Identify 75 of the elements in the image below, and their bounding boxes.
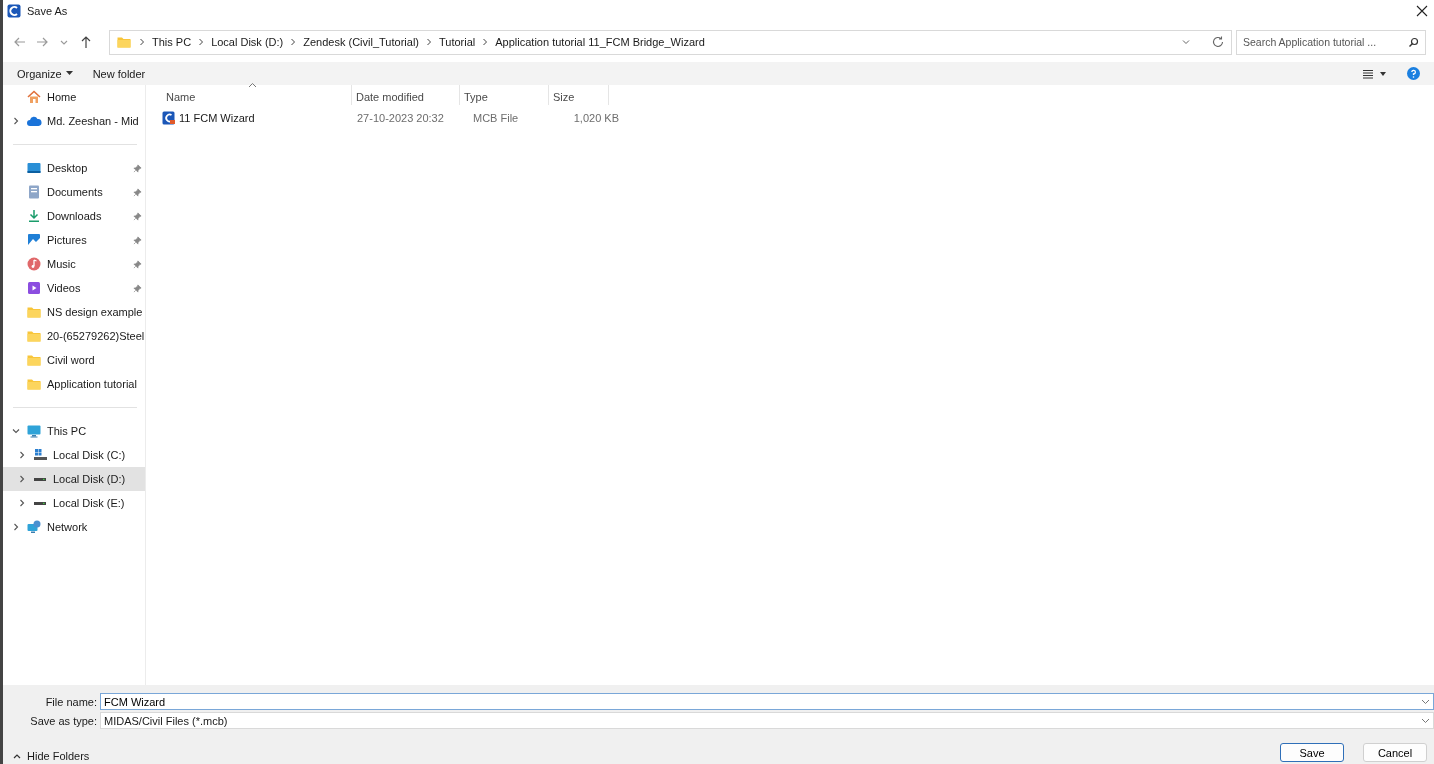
- size-cell-text: 1,020 KB: [572, 112, 620, 124]
- chevron-right-icon: [289, 38, 298, 46]
- file-type-dropdown[interactable]: MIDAS/Civil Files (*.mcb): [100, 712, 1434, 729]
- sidebar-item[interactable]: Downloads: [3, 204, 145, 228]
- refresh-icon[interactable]: [1211, 35, 1225, 49]
- breadcrumb[interactable]: Local Disk (D:): [211, 36, 284, 48]
- help-icon[interactable]: [1407, 67, 1420, 80]
- home-icon: [26, 89, 42, 105]
- drive-icon: [34, 501, 46, 505]
- window-title: Save As: [27, 5, 68, 17]
- sidebar-item[interactable]: This PC: [3, 419, 145, 443]
- sidebar-item[interactable]: Desktop: [3, 156, 145, 180]
- search-field[interactable]: Search Application tutorial ...: [1236, 29, 1426, 55]
- field-label: Save as type:: [29, 714, 98, 727]
- chevron-right-icon: [425, 38, 433, 46]
- chevron-right-icon[interactable]: [17, 450, 27, 460]
- chevron-right-icon: [481, 38, 490, 46]
- type-cell-text: MCB File: [472, 112, 520, 124]
- column-header[interactable]: Size: [549, 85, 609, 105]
- file-icon: [162, 111, 176, 125]
- chevron-right-icon: [197, 38, 206, 46]
- view-options-icon[interactable]: [1363, 68, 1387, 79]
- save-button[interactable]: Save: [1280, 743, 1344, 762]
- field-label: File name:: [44, 695, 98, 708]
- sidebar-item[interactable]: Local Disk (E:): [3, 491, 145, 515]
- drive-icon: [32, 447, 48, 463]
- sidebar-item[interactable]: Local Disk (D:): [3, 467, 145, 491]
- close-icon[interactable]: [1414, 3, 1430, 19]
- search-icon: [1408, 36, 1419, 48]
- chevron-right-icon: [138, 38, 146, 46]
- column-header[interactable]: Name: [162, 85, 352, 105]
- downloads-icon: [26, 208, 42, 224]
- chevron-right-icon[interactable]: [17, 498, 27, 508]
- sidebar-item[interactable]: Civil word: [3, 348, 145, 372]
- column-header[interactable]: Date modified: [352, 85, 460, 105]
- sidebar-item[interactable]: Home: [3, 85, 145, 109]
- chevron-up-icon: [13, 753, 21, 759]
- sidebar-item[interactable]: Pictures: [3, 228, 145, 252]
- documents-icon: [26, 184, 42, 200]
- breadcrumb[interactable]: Application tutorial 11_FCM Bridge_Wizard: [495, 36, 705, 48]
- chevron-down-icon[interactable]: [1421, 699, 1430, 705]
- sidebar-item[interactable]: Md. Zeeshan - Mid: [3, 109, 145, 133]
- sidebar-item[interactable]: Network: [3, 515, 145, 539]
- breadcrumb[interactable]: This PC: [152, 36, 192, 48]
- file-name-field[interactable]: FCM Wizard: [100, 693, 1434, 710]
- sidebar-item[interactable]: Documents: [3, 180, 145, 204]
- app-logo-icon: [7, 4, 21, 18]
- chevron-right-icon[interactable]: [11, 116, 21, 126]
- new-folder-button[interactable]: New folder: [92, 67, 146, 80]
- breadcrumb[interactable]: Tutorial: [439, 36, 476, 48]
- drive-icon: [34, 477, 46, 481]
- date-cell-text: 27-10-2023 20:32: [356, 112, 445, 124]
- breadcrumb[interactable]: Zendesk (Civil_Tutorial): [303, 36, 419, 48]
- sidebar-item[interactable]: 20-(65279262)Steel: [3, 324, 145, 348]
- cancel-button[interactable]: Cancel: [1363, 743, 1427, 762]
- sidebar-item[interactable]: Videos: [3, 276, 145, 300]
- caret-down-icon: [65, 71, 73, 76]
- videos-icon: [26, 280, 42, 296]
- sidebar-item[interactable]: Application tutorial: [3, 372, 145, 396]
- column-header[interactable]: Type: [460, 85, 549, 105]
- sidebar-item[interactable]: Music: [3, 252, 145, 276]
- chevron-down-icon: [1421, 717, 1430, 724]
- chevron-right-icon[interactable]: [17, 474, 27, 484]
- hide-folders-button[interactable]: Hide Folders: [13, 750, 90, 762]
- network-icon: [26, 519, 42, 535]
- address-bar[interactable]: This PC Local Disk (D:) Zendesk (Civil_Tutorial) Tutorial Application tutorial 11_FCM Bridge_Wizard: [109, 29, 1232, 55]
- organize-menu-button[interactable]: Organize: [17, 67, 73, 80]
- sidebar-item[interactable]: Local Disk (C:): [3, 443, 145, 467]
- music-icon: [26, 256, 42, 272]
- desktop-icon: [26, 160, 42, 176]
- file-name[interactable]: 11 FCM Wizard: [179, 112, 255, 124]
- sidebar-item[interactable]: NS design example: [3, 300, 145, 324]
- chevron-down-icon[interactable]: [11, 426, 21, 436]
- pc-icon: [26, 423, 42, 439]
- chevron-right-icon[interactable]: [11, 522, 21, 532]
